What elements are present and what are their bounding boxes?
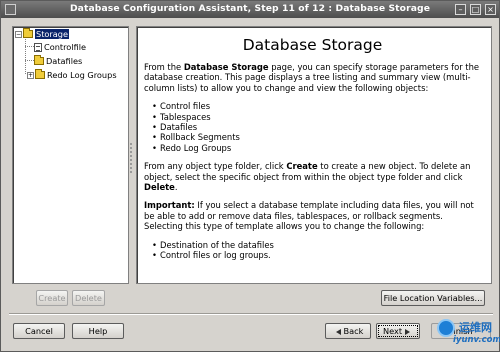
- expand-icon[interactable]: +: [27, 71, 34, 79]
- intro-paragraph: From the Database Storage page, you can …: [144, 62, 480, 93]
- objects-list: Control files Tablespaces Datafiles Roll…: [152, 101, 481, 154]
- page-title: Database Storage: [242, 36, 383, 54]
- separator: [9, 313, 493, 315]
- list-item: Tablespaces: [152, 112, 481, 123]
- create-button[interactable]: Create: [36, 290, 68, 306]
- important-paragraph: Important: If you select a database temp…: [144, 200, 474, 232]
- next-button-label: Next: [382, 326, 403, 336]
- minimize-icon[interactable]: –: [455, 4, 466, 15]
- list-item: Datafiles: [152, 122, 481, 133]
- list-item: Rollback Segments: [152, 132, 481, 143]
- next-button[interactable]: Next: [376, 323, 420, 339]
- list-item: Control files: [152, 101, 481, 112]
- dbca-window: Database Configuration Assistant, Step 1…: [0, 0, 500, 352]
- back-arrow-icon: [335, 328, 341, 335]
- delete-button[interactable]: Delete: [72, 290, 105, 306]
- tree-node-datafiles[interactable]: Datafiles: [34, 55, 82, 67]
- next-arrow-icon: [405, 328, 411, 335]
- changeable-list: Destination of the datafiles Control fil…: [152, 240, 481, 261]
- list-item: Redo Log Groups: [152, 143, 481, 154]
- watermark: 运维网 iyunv.com: [437, 313, 500, 349]
- watermark-url: iyunv.com: [453, 335, 500, 345]
- watermark-text: 运维网: [459, 321, 492, 334]
- tree-node-label[interactable]: Datafiles: [46, 56, 82, 66]
- title-bar[interactable]: Database Configuration Assistant, Step 1…: [1, 1, 499, 18]
- storage-tree[interactable]: − Storage Controlfile Datafiles + Redo L…: [12, 26, 129, 284]
- tree-node-label[interactable]: Controlfile: [44, 42, 86, 52]
- list-item: Control files or log groups.: [152, 250, 481, 261]
- create-delete-paragraph: From any object type folder, click Creat…: [144, 161, 471, 193]
- folder-icon: [35, 69, 45, 79]
- tree-node-label[interactable]: Storage: [33, 28, 71, 40]
- window-title: Database Configuration Assistant, Step 1…: [69, 3, 431, 14]
- maximize-icon[interactable]: □: [470, 4, 481, 15]
- cancel-button[interactable]: Cancel: [13, 323, 65, 339]
- help-button[interactable]: Help: [72, 323, 124, 339]
- file-location-variables-button[interactable]: File Location Variables...: [381, 290, 485, 306]
- list-item: Destination of the datafiles: [152, 240, 481, 251]
- back-button[interactable]: Back: [325, 323, 371, 339]
- back-button-label: Back: [343, 326, 364, 336]
- folder-open-icon: [23, 28, 33, 38]
- info-panel: Database Storage From the Database Stora…: [136, 26, 492, 284]
- close-icon[interactable]: ×: [485, 4, 496, 15]
- tree-node-storage[interactable]: − Storage: [15, 28, 71, 40]
- pane-splitter[interactable]: [130, 141, 133, 181]
- controlfile-icon: [34, 42, 42, 52]
- folder-icon: [34, 55, 44, 65]
- tree-node-controlfile[interactable]: Controlfile: [34, 41, 86, 53]
- tree-node-label[interactable]: Redo Log Groups: [47, 70, 117, 80]
- collapse-icon[interactable]: −: [15, 30, 22, 38]
- tree-node-redo-log-groups[interactable]: + Redo Log Groups: [27, 69, 117, 81]
